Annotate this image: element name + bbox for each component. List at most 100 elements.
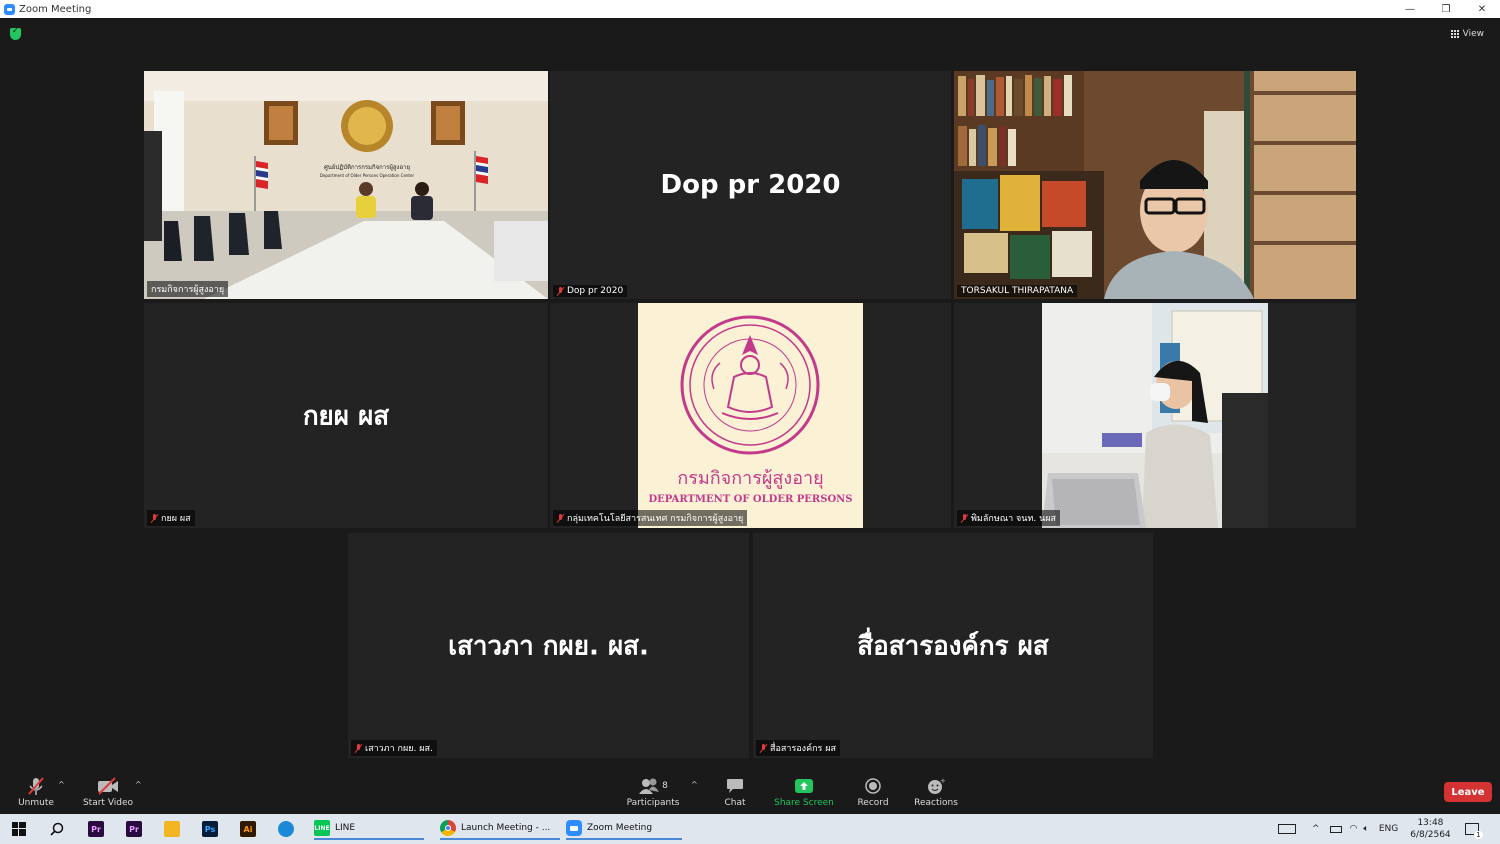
premiere-icon: Pr [88,821,104,837]
taskbar-line[interactable]: LINE LINE [314,818,424,840]
clock[interactable]: 13:48 6/8/2564 [1410,817,1450,841]
participant-name: Dop pr 2020 [567,286,624,296]
participant-name-tag: กยผ ผส [147,510,195,526]
minimize-button[interactable]: — [1392,0,1428,18]
participant-display-name: Dop pr 2020 [660,170,841,200]
start-video-button[interactable]: Start Video [82,770,134,814]
windows-taskbar: Pr Pr Ps Ai LINE LINE Launch Meeting - .… [0,814,1500,844]
reactions-button[interactable]: + Reactions [914,770,958,814]
svg-text:+: + [940,777,945,785]
participant-name-tag: TORSAKUL THIRAPATANA [957,285,1078,297]
room-sign-en: Department of Older Persons Operation Ce… [320,173,415,178]
record-icon [862,776,884,796]
battery-icon[interactable] [1329,825,1342,833]
video-tile-kyp-ps[interactable]: กยผ ผส กยผ ผส [144,303,548,528]
video-off-icon [97,776,119,796]
video-tile-pimlakta[interactable]: พิมลักษณา จนท. นผส [954,303,1356,528]
line-icon: LINE [314,820,330,836]
audio-options-chevron-icon[interactable]: ^ [58,780,65,789]
participant-name-tag: สื่อสารองค์กร ผส [756,740,841,756]
windows-logo-icon [12,822,26,836]
share-screen-icon [793,776,815,796]
folder-icon [164,821,180,837]
mic-muted-icon [557,286,564,296]
participants-label: Participants [626,798,680,808]
unmute-button[interactable]: Unmute [16,770,56,814]
keyboard-icon[interactable] [1278,824,1296,834]
participant-name-tag: เสาวภา กผย. ผส. [351,740,437,756]
department-logo: กรมกิจการผู้สูงอายุ DEPARTMENT OF OLDER … [638,303,863,528]
meeting-toolbar: Unmute ^ Start Video ^ 8 Participants ^ … [0,770,1500,814]
record-button[interactable]: Record [856,770,890,814]
clock-time: 13:48 [1417,818,1444,828]
share-screen-label: Share Screen [774,798,834,808]
participant-name: TORSAKUL THIRAPATANA [961,286,1074,296]
participants-options-chevron-icon[interactable]: ^ [691,780,698,789]
taskbar-chrome[interactable]: Launch Meeting - ... [440,818,560,840]
taskbar-edge[interactable] [278,818,294,840]
meeting-stage: View ศูนย์ปฏิบัติการกรมกิจการผู้สูงอายุ … [0,18,1500,770]
room-sign-th: ศูนย์ปฏิบัติการกรมกิจการผู้สูงอายุ [324,163,410,171]
mic-muted-icon [355,743,362,753]
share-screen-button[interactable]: Share Screen [774,770,834,814]
mic-muted-icon [557,513,564,523]
start-video-label: Start Video [82,798,134,808]
view-label: View [1462,29,1484,39]
unmute-label: Unmute [18,798,54,808]
taskbar-premiere-1[interactable]: Pr [88,818,104,840]
conference-room-video: ศูนย์ปฏิบัติการกรมกิจการผู้สูงอายุ Depar… [144,71,548,299]
start-button[interactable] [12,818,26,840]
taskbar-illustrator[interactable]: Ai [240,818,256,840]
close-button[interactable]: ✕ [1464,0,1500,18]
video-tile-dop-pr-2020[interactable]: Dop pr 2020 Dop pr 2020 [550,71,951,299]
volume-icon[interactable]: 🔈︎ [1363,824,1368,834]
show-hidden-icons-chevron-icon[interactable]: ^ [1312,824,1320,834]
taskbar-zoom[interactable]: Zoom Meeting [566,818,682,840]
premiere-icon: Pr [126,821,142,837]
notification-center-icon[interactable]: 1 [1464,823,1483,839]
video-tile-torsakul[interactable]: TORSAKUL THIRAPATANA [954,71,1356,299]
zoom-label: Zoom Meeting [587,823,653,833]
participants-count: 8 [662,781,668,791]
video-tile-it-group[interactable]: กรมกิจการผู้สูงอายุ DEPARTMENT OF OLDER … [550,303,951,528]
participant-name-tag: กรมกิจการผู้สูงอายุ [147,281,229,297]
chat-button[interactable]: Chat [720,770,750,814]
system-tray: ^ ◠ 🔈︎ ENG 13:48 6/8/2564 1 [1278,814,1500,844]
video-tile-saowapa[interactable]: เสาวภา กผย. ผส. เสาวภา กผย. ผส. [348,533,749,758]
chat-label: Chat [724,798,746,808]
reactions-label: Reactions [914,798,958,808]
restore-button[interactable]: ❐ [1428,0,1464,18]
office-video [1042,303,1268,528]
taskbar-file-explorer[interactable] [164,818,180,840]
video-options-chevron-icon[interactable]: ^ [135,780,142,789]
wifi-icon[interactable]: ◠ [1350,824,1358,834]
participant-name: พิมลักษณา จนท. นผส [971,514,1057,524]
video-tile-corporate-comm[interactable]: สื่อสารองค์กร ผส สื่อสารองค์กร ผส [753,533,1153,758]
bookstore-video [954,71,1356,299]
leave-button[interactable]: Leave [1444,782,1492,802]
encryption-shield-icon[interactable] [10,26,21,40]
taskbar-photoshop[interactable]: Ps [202,818,218,840]
view-button[interactable]: View [1445,26,1490,42]
logo-text-english: DEPARTMENT OF OLDER PERSONS [648,494,853,505]
mic-muted-icon [151,513,158,523]
microphone-muted-icon [25,776,47,796]
video-tile-dop-room[interactable]: ศูนย์ปฏิบัติการกรมกิจการผู้สูงอายุ Depar… [144,71,548,299]
grid-icon [1450,30,1459,38]
line-label: LINE [335,823,356,833]
notification-count: 1 [1474,831,1483,839]
search-button[interactable] [50,818,64,840]
participant-name: กลุ่มเทคโนโลยีสารสนเทศ กรมกิจการผู้สูงอา… [567,514,744,524]
taskbar-premiere-2[interactable]: Pr [126,818,142,840]
participant-name: สื่อสารองค์กร ผส [770,744,837,754]
participants-button[interactable]: 8 Participants [626,770,680,814]
photoshop-icon: Ps [202,821,218,837]
participant-name: กรมกิจการผู้สูงอายุ [151,285,225,295]
zoom-icon [566,820,582,836]
participant-name-tag: กลุ่มเทคโนโลยีสารสนเทศ กรมกิจการผู้สูงอา… [553,510,748,526]
input-language[interactable]: ENG [1379,824,1398,834]
participant-name-tag: Dop pr 2020 [553,285,628,297]
logo-text-thai: กรมกิจการผู้สูงอายุ [677,468,824,489]
clock-date: 6/8/2564 [1410,830,1451,840]
participant-name: เสาวภา กผย. ผส. [365,744,433,754]
